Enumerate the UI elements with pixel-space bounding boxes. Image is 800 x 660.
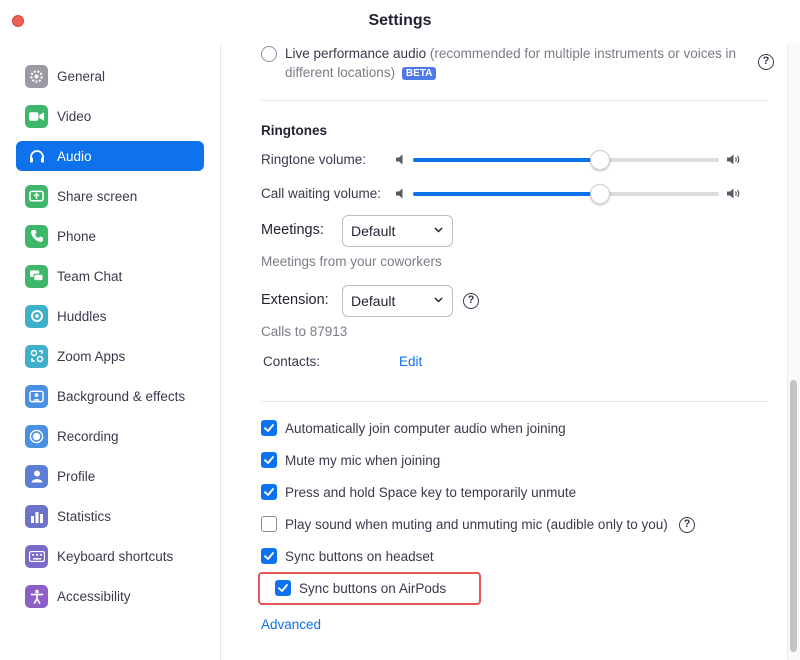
- auto-join-audio-label: Automatically join computer audio when j…: [285, 421, 566, 436]
- checkmark-icon: [264, 488, 274, 496]
- volume-low-icon: [396, 154, 403, 165]
- chat-bubbles-icon: [25, 264, 48, 288]
- chevron-down-icon: [434, 297, 443, 303]
- checkmark-icon: [278, 584, 288, 592]
- sidebar-item-label: Phone: [57, 228, 97, 244]
- space-to-unmute-checkbox[interactable]: [261, 484, 277, 500]
- sidebar-item-label: Recording: [57, 428, 119, 444]
- ringtones-section-title: Ringtones: [261, 123, 327, 138]
- profile-icon: [25, 464, 48, 488]
- sidebar-item-general[interactable]: General: [16, 61, 204, 91]
- sidebar-item-label: General: [57, 68, 106, 84]
- window-title: Settings: [368, 12, 432, 29]
- sidebar-item-label: Profile: [57, 468, 96, 484]
- extension-ringtone-label: Extension:: [261, 292, 329, 308]
- sidebar-item-label: Video: [57, 108, 92, 124]
- checkmark-icon: [264, 424, 274, 432]
- play-sound-checkbox[interactable]: [261, 516, 277, 532]
- checkmark-icon: [264, 552, 274, 560]
- sync-headset-label: Sync buttons on headset: [285, 549, 434, 564]
- checkmark-icon: [264, 456, 274, 464]
- extension-ringtone-hint: Calls to 87913: [261, 324, 348, 339]
- sidebar-item-label: Keyboard shortcuts: [57, 548, 174, 564]
- call-waiting-volume-slider[interactable]: [413, 184, 719, 204]
- sidebar-item-label: Background & effects: [57, 388, 186, 404]
- slider-knob[interactable]: [589, 150, 610, 170]
- sidebar-item-label: Zoom Apps: [57, 348, 126, 364]
- contacts-label: Contacts:: [263, 354, 321, 369]
- sidebar-item-statistics[interactable]: Statistics: [16, 501, 204, 531]
- auto-join-audio-checkbox[interactable]: [261, 420, 277, 436]
- sidebar-item-recording[interactable]: Recording: [16, 421, 204, 451]
- sync-headset-checkbox[interactable]: [261, 548, 277, 564]
- sidebar-item-phone[interactable]: Phone: [16, 221, 204, 251]
- slider-knob[interactable]: [589, 184, 610, 204]
- mute-mic-checkbox[interactable]: [261, 452, 277, 468]
- keyboard-icon: [25, 544, 48, 568]
- sync-airpods-label: Sync buttons on AirPods: [299, 581, 447, 596]
- sidebar-item-share-screen[interactable]: Share screen: [16, 181, 204, 211]
- meetings-ringtone-hint: Meetings from your coworkers: [261, 254, 442, 269]
- ringtone-volume-slider[interactable]: [413, 150, 719, 170]
- divider: [261, 100, 767, 101]
- contacts-edit-link[interactable]: Edit: [399, 354, 422, 369]
- live-performance-audio-radio[interactable]: [261, 46, 277, 62]
- share-screen-icon: [25, 184, 48, 208]
- meetings-ringtone-label: Meetings:: [261, 222, 324, 238]
- video-camera-icon: [25, 104, 48, 128]
- phone-icon: [25, 224, 48, 248]
- live-performance-audio-description-line2: different locations) BETA: [285, 65, 437, 80]
- sidebar-item-label: Team Chat: [57, 268, 123, 284]
- sidebar-item-huddles[interactable]: Huddles: [16, 301, 204, 331]
- volume-high-icon: [727, 188, 740, 199]
- advanced-link[interactable]: Advanced: [261, 617, 321, 632]
- statistics-bars-icon: [25, 504, 48, 528]
- sidebar-item-label: Share screen: [57, 188, 138, 204]
- call-waiting-volume-label: Call waiting volume:: [261, 186, 382, 201]
- headphones-icon: [25, 145, 48, 168]
- select-value: Default: [351, 223, 396, 239]
- volume-low-icon: [396, 188, 403, 199]
- extension-ringtone-select[interactable]: Default: [342, 285, 453, 317]
- divider: [261, 401, 767, 402]
- select-value: Default: [351, 293, 396, 309]
- sync-airpods-checkbox[interactable]: [275, 580, 291, 596]
- play-sound-label: Play sound when muting and unmuting mic …: [285, 517, 668, 532]
- volume-high-icon: [727, 154, 740, 165]
- live-performance-audio-description: (recommended for multiple instruments or…: [429, 46, 736, 61]
- accessibility-icon: [25, 584, 48, 608]
- sidebar: General Video Audio Share screen Phone T…: [0, 44, 221, 660]
- record-icon: [25, 424, 48, 448]
- live-performance-audio-label: Live performance audio (recommended for …: [285, 46, 736, 61]
- help-icon[interactable]: ?: [679, 517, 695, 533]
- beta-badge: BETA: [401, 67, 437, 80]
- sidebar-item-label: Accessibility: [57, 588, 131, 604]
- sidebar-item-team-chat[interactable]: Team Chat: [16, 261, 204, 291]
- gear-icon: [25, 64, 48, 88]
- scrollbar-thumb[interactable]: [790, 380, 797, 652]
- slider-fill: [413, 158, 600, 162]
- chevron-down-icon: [434, 227, 443, 233]
- sidebar-item-zoom-apps[interactable]: Zoom Apps: [16, 341, 204, 371]
- huddles-icon: [25, 304, 48, 328]
- sidebar-item-background-effects[interactable]: Background & effects: [16, 381, 204, 411]
- help-icon[interactable]: ?: [758, 54, 774, 70]
- mute-mic-label: Mute my mic when joining: [285, 453, 441, 468]
- sidebar-item-audio[interactable]: Audio: [16, 141, 204, 171]
- ringtone-volume-label: Ringtone volume:: [261, 152, 367, 167]
- sidebar-item-label: Huddles: [57, 308, 107, 324]
- space-to-unmute-label: Press and hold Space key to temporarily …: [285, 485, 577, 500]
- title-bar: Settings: [0, 0, 800, 44]
- sidebar-item-video[interactable]: Video: [16, 101, 204, 131]
- sidebar-item-accessibility[interactable]: Accessibility: [16, 581, 204, 611]
- help-icon[interactable]: ?: [463, 293, 479, 309]
- sidebar-item-label: Statistics: [57, 508, 112, 524]
- sidebar-item-label: Audio: [57, 148, 92, 164]
- meetings-ringtone-select[interactable]: Default: [342, 215, 453, 247]
- sidebar-item-keyboard-shortcuts[interactable]: Keyboard shortcuts: [16, 541, 204, 571]
- background-person-icon: [25, 384, 48, 408]
- slider-fill: [413, 192, 600, 196]
- apps-icon: [25, 344, 48, 368]
- sidebar-item-profile[interactable]: Profile: [16, 461, 204, 491]
